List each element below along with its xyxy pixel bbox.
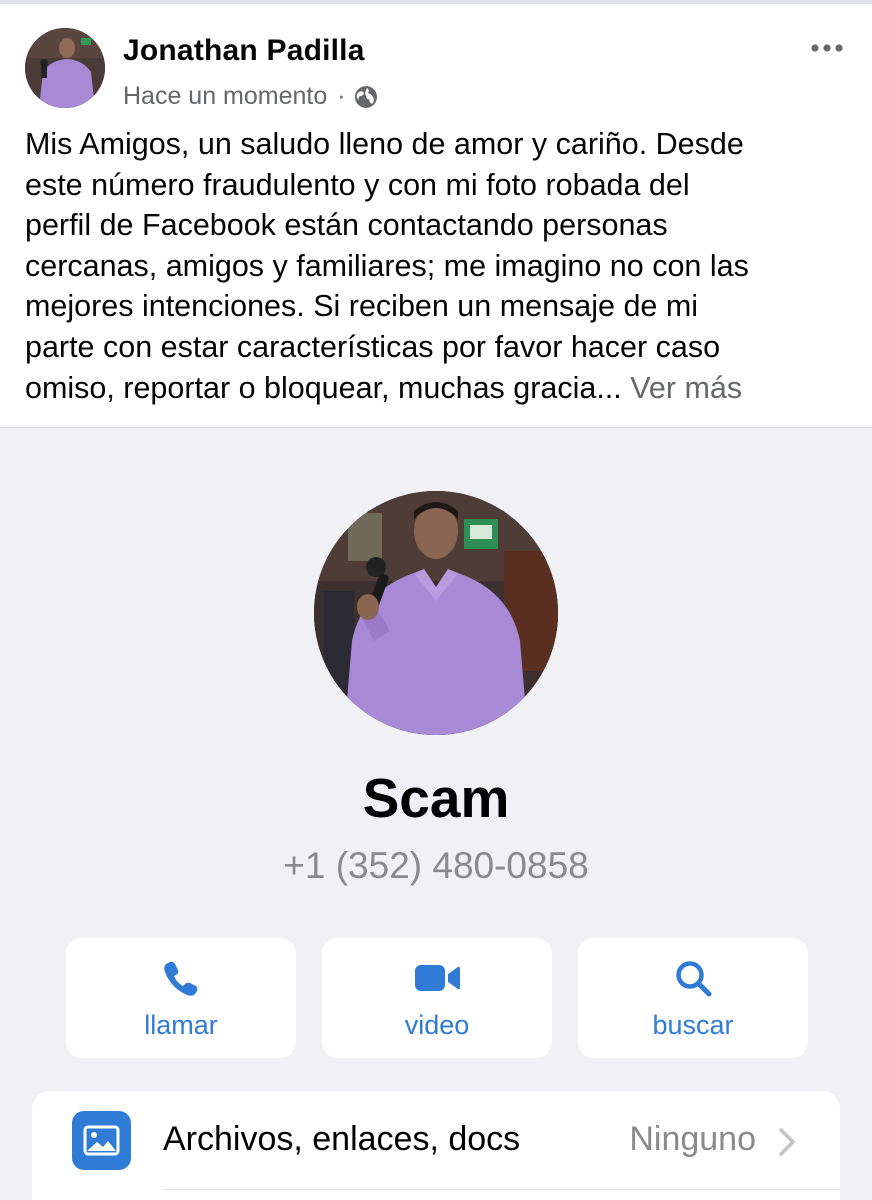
photo-icon: [72, 1111, 131, 1170]
chevron-right-icon: [779, 1128, 795, 1156]
globe-icon: [354, 85, 377, 108]
post-text-line: parte con estar características por favo…: [25, 329, 721, 364]
video-button[interactable]: video: [322, 938, 552, 1058]
post-text-line: mejores intenciones. Si reciben un mensa…: [25, 289, 699, 324]
post-text-line: omiso, reportar o bloquear, muchas graci…: [25, 370, 622, 405]
call-button-label: llamar: [144, 1010, 218, 1040]
contact-photo: [314, 491, 558, 735]
post-text-line: perfil de Facebook están contactando per…: [25, 208, 668, 243]
author-name[interactable]: Jonathan Padilla: [123, 34, 365, 68]
post-text-last-line: omiso, reportar o bloquear, muchas graci…: [25, 368, 855, 409]
files-row-label: Archivos, enlaces, docs: [163, 1120, 521, 1158]
facebook-post: Jonathan Padilla Hace un momento · Mis A…: [0, 4, 872, 427]
call-button[interactable]: llamar: [66, 938, 296, 1058]
phone-icon: [164, 961, 198, 996]
meta-separator: ·: [337, 82, 346, 110]
video-camera-icon: [415, 965, 460, 991]
contact-name: Scam: [362, 767, 510, 829]
post-meta: Hace un momento ·: [123, 82, 378, 111]
search-icon: [676, 961, 712, 997]
files-row-value: Ninguno: [629, 1120, 756, 1158]
contact-photo-image: [314, 491, 558, 735]
post-text-line: cercanas, amigos y familiares; me imagin…: [25, 248, 749, 283]
contact-card-screenshot: Scam +1 (352) 480-0858 llamar video busc…: [0, 427, 872, 1200]
author-avatar[interactable]: [25, 28, 105, 108]
search-button[interactable]: buscar: [578, 938, 808, 1058]
files-links-docs-row[interactable]: Archivos, enlaces, docs Ninguno: [32, 1091, 840, 1200]
photo-icon-glyph: [83, 1125, 120, 1156]
post-timestamp[interactable]: Hace un momento: [123, 82, 327, 111]
post-text-line: Mis Amigos, un saludo lleno de amor y ca…: [25, 127, 744, 161]
search-button-label: buscar: [652, 1010, 734, 1040]
post-body: Mis Amigos, un saludo lleno de amor y ca…: [25, 124, 855, 408]
author-avatar-photo: [25, 28, 105, 108]
video-button-label: video: [404, 1010, 470, 1040]
row-divider: [163, 1189, 840, 1190]
more-horizontal-icon[interactable]: [810, 42, 844, 54]
contact-phone-number[interactable]: +1 (352) 480-0858: [0, 845, 872, 887]
post-text-line: este número fraudulento y con mi foto ro…: [25, 167, 690, 202]
see-more-link[interactable]: Ver más: [630, 371, 742, 405]
contact-actions: llamar video buscar: [66, 938, 808, 1058]
